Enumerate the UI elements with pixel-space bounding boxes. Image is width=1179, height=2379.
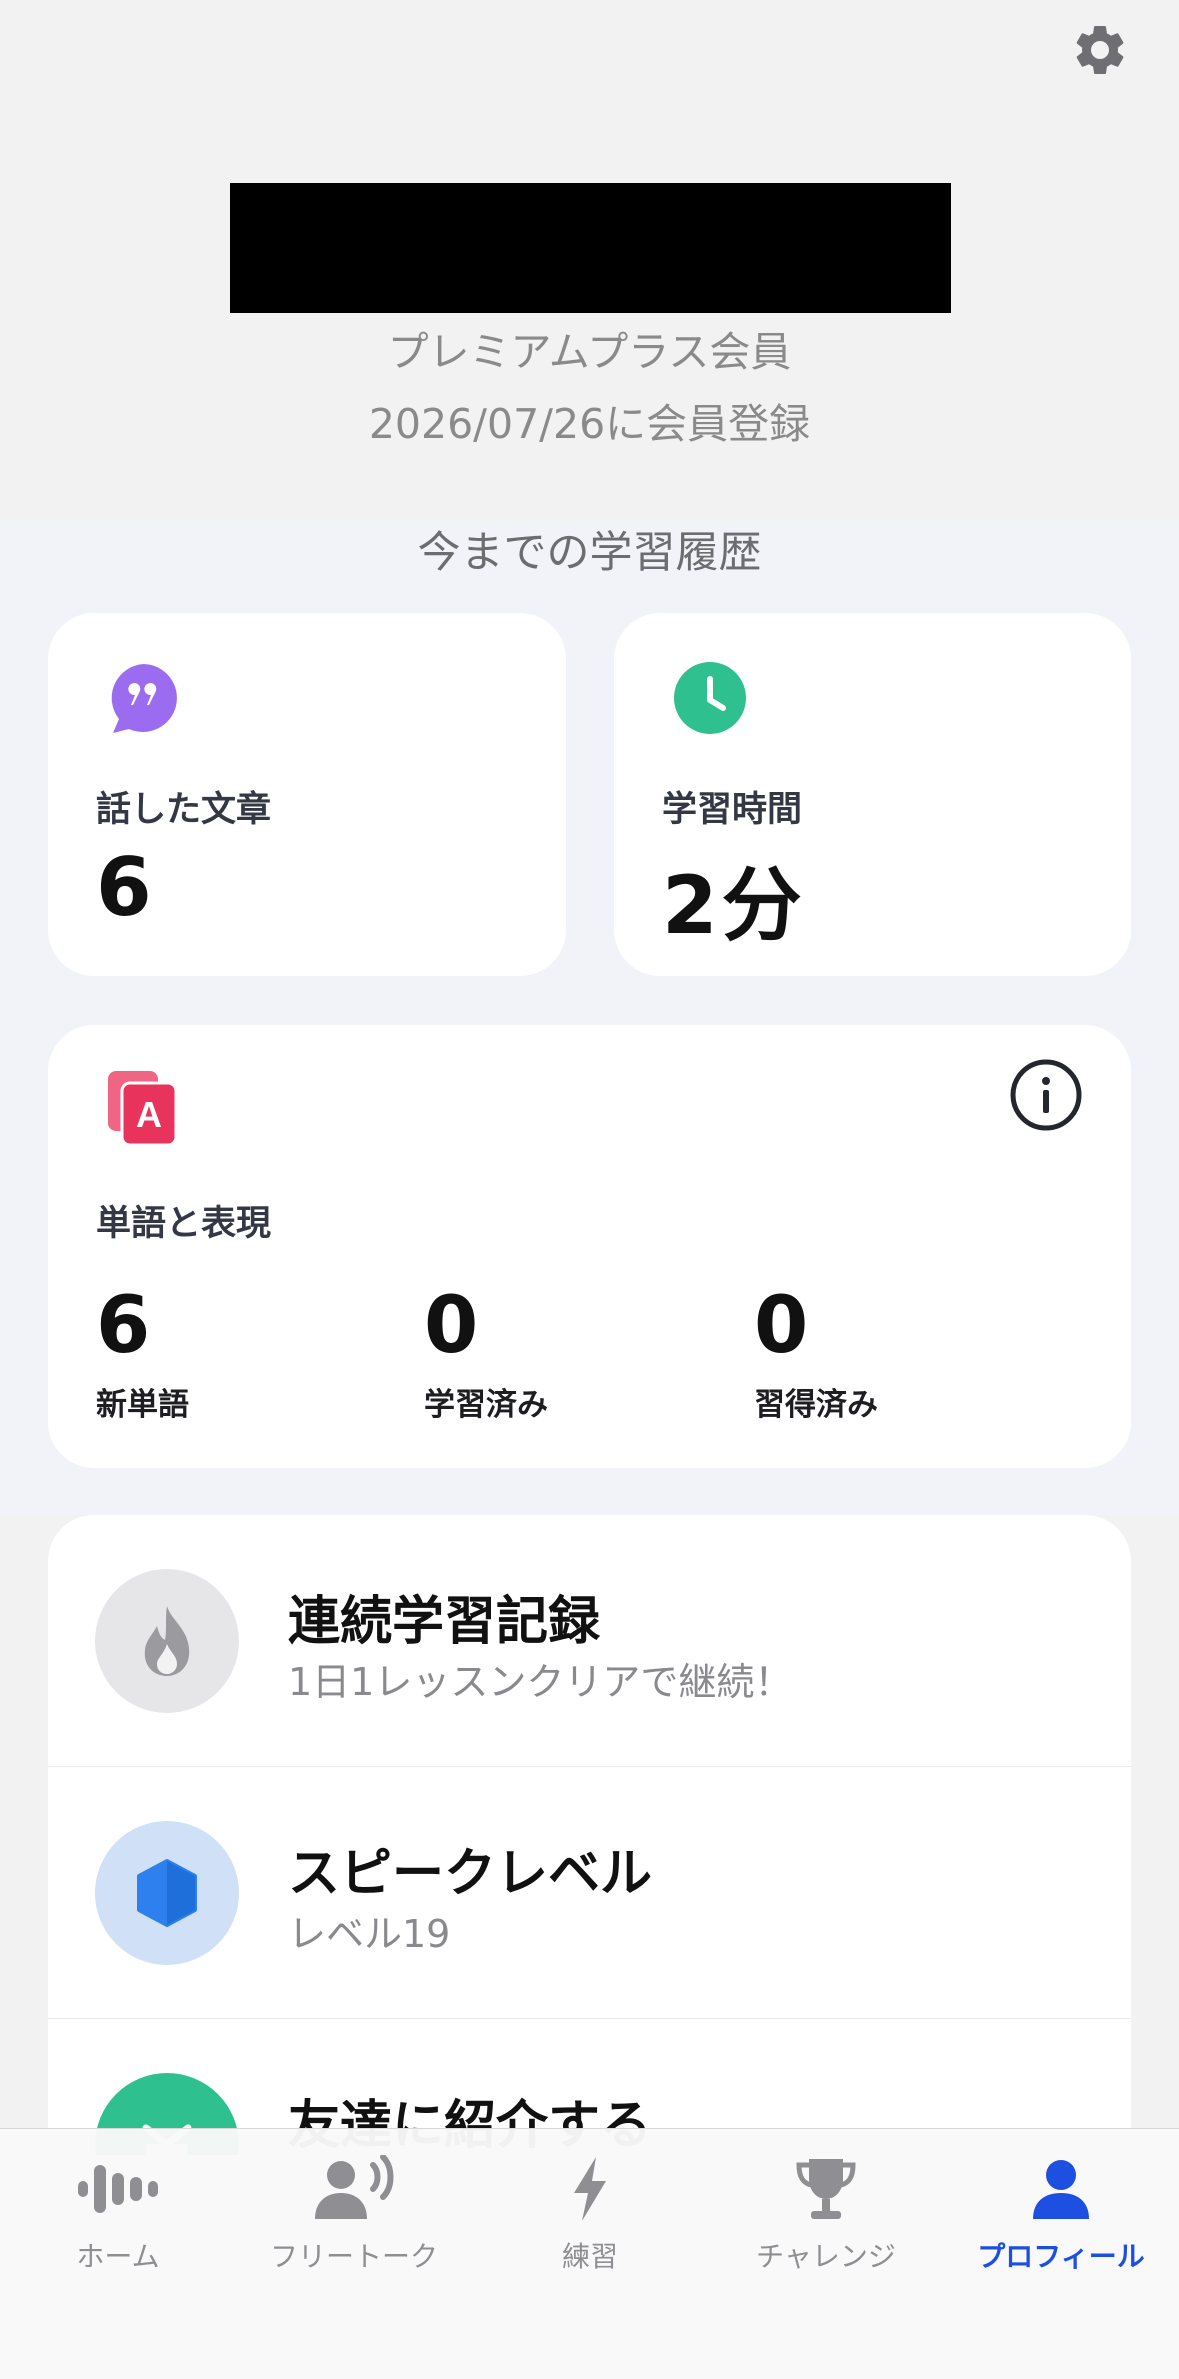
learned-value: 0	[424, 1281, 479, 1371]
membership-status: プレミアムプラス会員	[387, 328, 792, 376]
mastered-stat: 0 習得済み	[754, 1287, 878, 1424]
study-time-label: 学習時間	[662, 790, 803, 830]
info-button[interactable]	[1008, 1057, 1084, 1133]
profile-menu-list: 連続学習記録 1日1レッスンクリアで継続！ スピークレベル レベル19 友達に紹…	[48, 1515, 1131, 2155]
streak-title: 連続学習記録	[288, 1592, 601, 1652]
study-time-value: 2分	[662, 859, 806, 952]
new-words-stat: 6 新単語	[96, 1287, 189, 1424]
streak-icon-circle	[95, 1569, 239, 1713]
speak-level-subtitle: レベル19	[288, 1912, 451, 1956]
gear-icon	[1076, 25, 1124, 74]
settings-button[interactable]	[1068, 18, 1132, 82]
hexagon-icon	[137, 1859, 197, 1927]
new-words-label: 新単語	[96, 1387, 189, 1423]
new-words-value: 6	[96, 1281, 151, 1371]
flame-icon	[144, 1606, 190, 1676]
tab-profile-label: プロフィール	[977, 2240, 1145, 2273]
person-icon	[1033, 2160, 1089, 2219]
tab-free-talk[interactable]: フリートーク	[236, 2129, 472, 2329]
study-time-card: 学習時間 2分	[614, 613, 1131, 976]
redacted-user-name	[230, 183, 951, 313]
tab-profile[interactable]: プロフィール	[943, 2129, 1179, 2329]
speaking-person-icon	[315, 2155, 394, 2219]
streak-row[interactable]: 連続学習記録 1日1レッスンクリアで継続！	[48, 1515, 1131, 1767]
speak-level-icon-circle	[95, 1821, 239, 1965]
waveform-icon	[78, 2165, 158, 2213]
history-title: 今までの学習履歴	[417, 528, 762, 578]
learned-stat: 0 学習済み	[424, 1287, 548, 1424]
clock-icon	[674, 662, 746, 734]
tab-home[interactable]: ホーム	[0, 2129, 236, 2329]
svg-text:A: A	[136, 1094, 162, 1135]
vocab-cards-icon: A	[108, 1071, 178, 1147]
lightning-icon	[574, 2157, 606, 2221]
learned-label: 学習済み	[424, 1387, 548, 1423]
tab-challenge-label: チャレンジ	[756, 2240, 896, 2273]
trophy-icon	[796, 2159, 856, 2219]
join-date: 2026/07/26に会員登録	[368, 400, 811, 448]
tab-bar: ホーム フリートーク 練習 チャレンジ プロフィール	[0, 2128, 1179, 2379]
tab-challenge[interactable]: チャレンジ	[708, 2129, 944, 2329]
info-icon	[1010, 1059, 1082, 1131]
sentences-value: 6	[96, 841, 156, 934]
tab-free-talk-label: フリートーク	[269, 2240, 438, 2273]
mastered-label: 習得済み	[754, 1387, 878, 1423]
tab-home-label: ホーム	[76, 2240, 160, 2273]
vocabulary-card: A 単語と表現 6 新単語 0 学習済み 0 習得済み	[48, 1025, 1131, 1468]
streak-subtitle: 1日1レッスンクリアで継続！	[288, 1660, 793, 1704]
mastered-value: 0	[754, 1281, 809, 1371]
speak-level-row[interactable]: スピークレベル レベル19	[48, 1767, 1131, 2019]
tab-practice-label: 練習	[561, 2240, 618, 2273]
speak-level-title: スピークレベル	[288, 1844, 653, 1904]
sentences-card: 話した文章 6	[48, 613, 566, 976]
quote-bubble-icon	[111, 664, 177, 733]
vocabulary-label: 単語と表現	[96, 1204, 272, 1244]
sentences-label: 話した文章	[96, 790, 272, 830]
tab-practice[interactable]: 練習	[472, 2129, 708, 2329]
